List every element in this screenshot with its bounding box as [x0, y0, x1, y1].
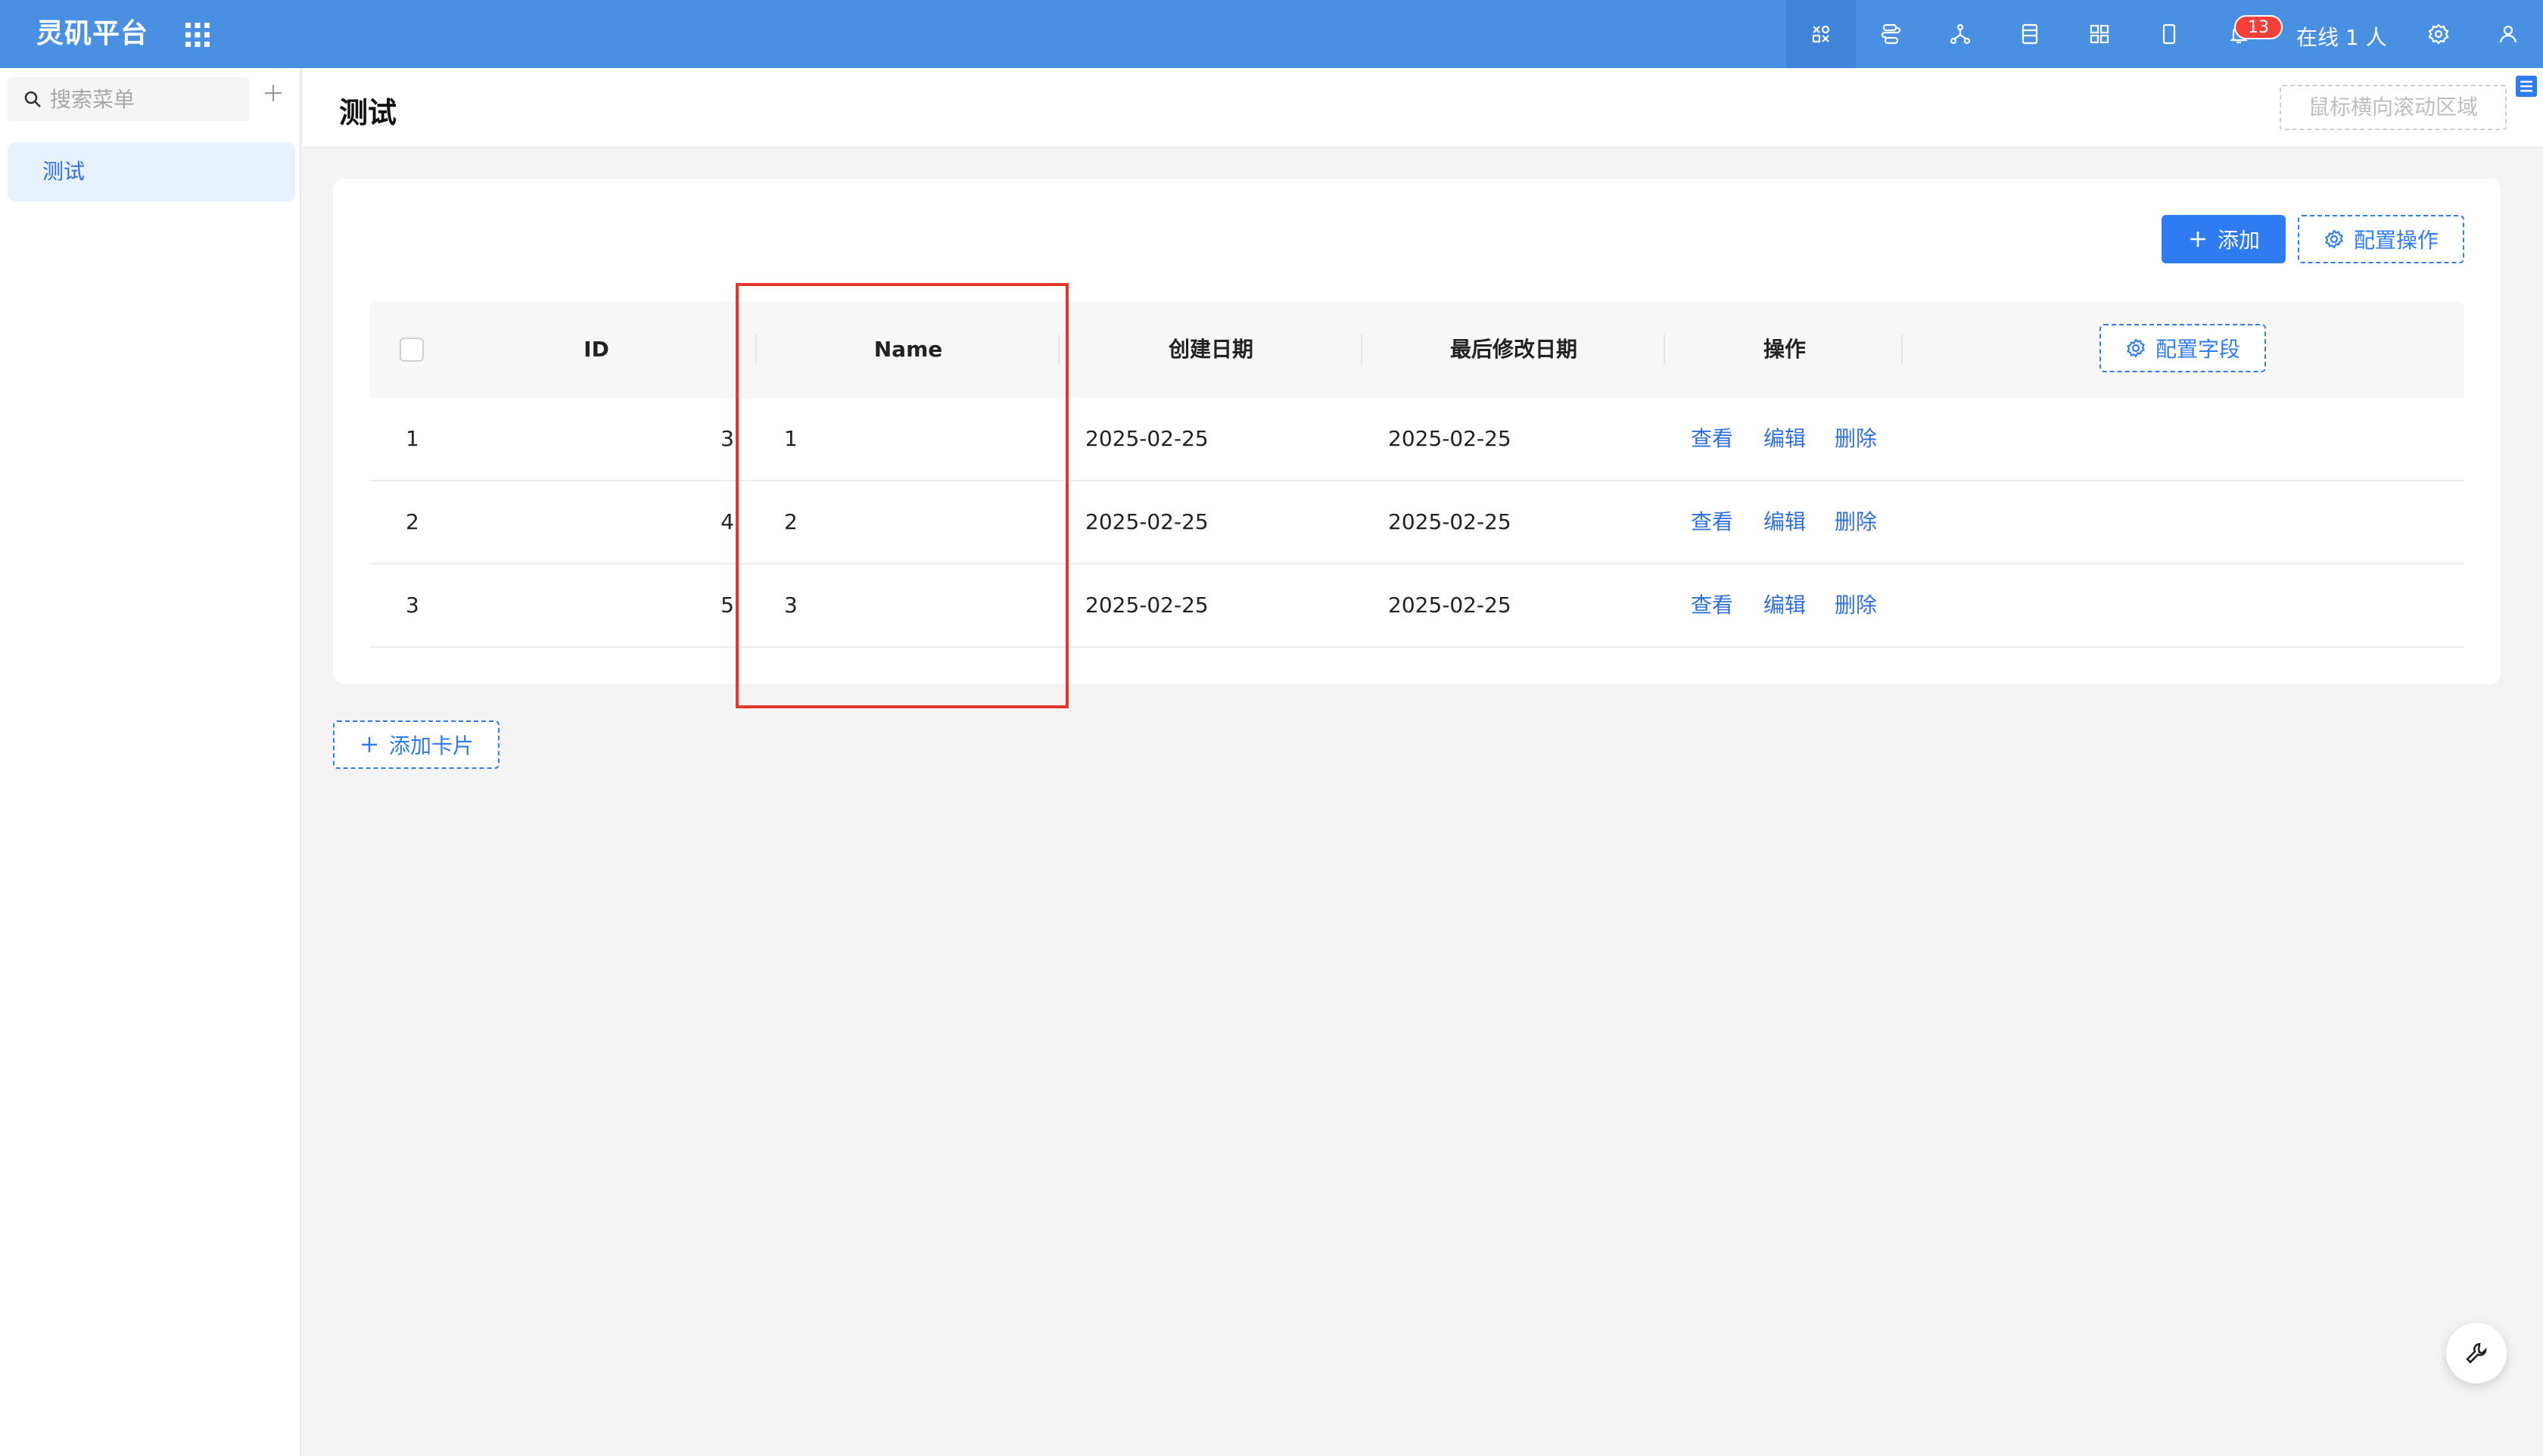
row-index: 1: [406, 426, 419, 451]
list-menu-icon[interactable]: [2514, 74, 2538, 98]
column-header-actions: 操作: [1763, 337, 1806, 362]
gear-icon: [2325, 229, 2343, 249]
gear-icon: [2127, 338, 2145, 358]
add-button-label: 添加: [2217, 228, 2260, 253]
column-header-id[interactable]: ID: [490, 301, 702, 398]
search-menu-input[interactable]: [50, 83, 239, 115]
add-card-button[interactable]: 添加卡片: [333, 720, 500, 769]
cell-modified: 2025-02-25: [1388, 593, 1511, 618]
dashboard-icon[interactable]: [2065, 0, 2134, 68]
notification-badge: 13: [2234, 15, 2283, 39]
config-fields-label: 配置字段: [2155, 337, 2240, 362]
table-row: 3 5 3 2025-02-25 2025-02-25 查看 编辑 删除: [369, 565, 2464, 648]
delete-link[interactable]: 删除: [1835, 565, 1877, 646]
column-header-modified[interactable]: 最后修改日期: [1362, 301, 1665, 398]
config-actions-label: 配置操作: [2353, 228, 2439, 253]
cell-id: 5: [721, 593, 734, 618]
delete-link[interactable]: 删除: [1835, 398, 1877, 480]
view-link[interactable]: 查看: [1691, 565, 1733, 646]
wrench-icon: [2466, 1342, 2487, 1364]
apps-grid-icon[interactable]: [185, 22, 210, 48]
design-tools-icon[interactable]: [1786, 0, 1856, 68]
column-separator: [1901, 334, 1903, 365]
name-column-highlight: [736, 283, 1069, 708]
page-title: 测试: [339, 96, 397, 129]
user-profile-icon[interactable]: [2473, 0, 2543, 68]
add-menu-plus-icon[interactable]: [259, 79, 288, 107]
cell-id: 4: [721, 509, 734, 534]
column-header-created[interactable]: 创建日期: [1060, 301, 1362, 398]
edit-link[interactable]: 编辑: [1763, 481, 1806, 563]
plus-icon: [361, 737, 377, 752]
cell-created: 2025-02-25: [1085, 426, 1209, 451]
app-title[interactable]: 灵矶平台: [36, 0, 148, 68]
config-actions-button[interactable]: 配置操作: [2298, 215, 2464, 263]
org-structure-icon[interactable]: [1925, 0, 1995, 68]
cell-modified: 2025-02-25: [1388, 509, 1511, 534]
cell-id: 3: [721, 426, 734, 451]
online-users-count: 在线 1 人: [2296, 25, 2387, 50]
add-card-label: 添加卡片: [388, 733, 474, 758]
config-fields-button[interactable]: 配置字段: [2099, 324, 2266, 372]
view-link[interactable]: 查看: [1691, 398, 1733, 480]
settings-gear-icon[interactable]: [2404, 0, 2473, 68]
table-icon[interactable]: [1995, 0, 2065, 68]
cell-created: 2025-02-25: [1085, 593, 1209, 618]
add-button[interactable]: 添加: [2162, 215, 2286, 263]
plus-icon: [2190, 232, 2205, 247]
select-all-checkbox[interactable]: [400, 338, 424, 362]
page-header: 测试: [303, 68, 2543, 148]
workflow-icon[interactable]: [1856, 0, 1925, 68]
delete-link[interactable]: 删除: [1835, 481, 1877, 563]
search-menu-box: [8, 77, 250, 121]
sidebar: 测试: [0, 68, 301, 1456]
view-link[interactable]: 查看: [1691, 481, 1733, 563]
cell-created: 2025-02-25: [1085, 509, 1209, 534]
table-row: 1 3 1 2025-02-25 2025-02-25 查看 编辑 删除: [369, 398, 2464, 481]
sidebar-item-test[interactable]: 测试: [8, 142, 295, 201]
top-header: 灵矶平台 13 在线 1 人: [0, 0, 2543, 68]
row-index: 2: [406, 509, 419, 534]
mobile-icon[interactable]: [2134, 0, 2204, 68]
tools-floating-button[interactable]: [2446, 1323, 2507, 1383]
row-index: 3: [406, 593, 419, 618]
horizontal-scroll-area[interactable]: 鼠标横向滚动区域: [2280, 85, 2507, 130]
edit-link[interactable]: 编辑: [1763, 565, 1806, 646]
edit-link[interactable]: 编辑: [1763, 398, 1806, 480]
table-row: 2 4 2 2025-02-25 2025-02-25 查看 编辑 删除: [369, 481, 2464, 565]
cell-modified: 2025-02-25: [1388, 426, 1511, 451]
search-icon: [24, 91, 41, 107]
